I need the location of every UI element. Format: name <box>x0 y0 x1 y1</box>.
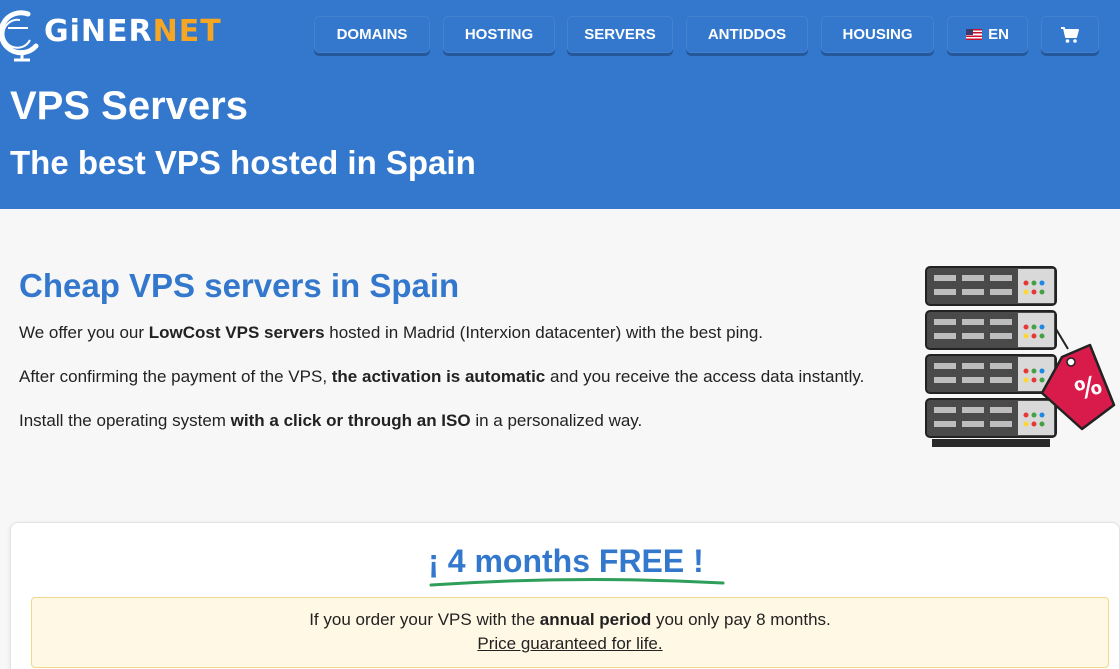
nav-servers[interactable]: SERVERS <box>567 16 673 53</box>
server-unit-icon <box>925 266 1057 306</box>
cart-icon <box>1061 26 1079 43</box>
page-title: VPS Servers <box>10 84 248 128</box>
nav-domains[interactable]: DOMAINS <box>314 16 430 53</box>
section-heading: Cheap VPS servers in Spain <box>19 267 460 304</box>
language-selector[interactable]: EN <box>947 16 1028 53</box>
highlight-underline <box>429 577 725 587</box>
price-guarantee-link[interactable]: Price guaranteed for life. <box>32 634 1108 654</box>
offer-text: If you order your VPS with the annual pe… <box>309 610 831 629</box>
intro-paragraph-3: Install the operating system with a clic… <box>19 411 643 430</box>
promo-card: ¡ 4 months FREE ! If you order your VPS … <box>10 522 1120 669</box>
annual-offer-notice: If you order your VPS with the annual pe… <box>31 597 1109 668</box>
intro-paragraph-2: After confirming the payment of the VPS,… <box>19 367 865 386</box>
cart-button[interactable] <box>1041 16 1099 53</box>
ginernet-logo[interactable]: GiNERNET <box>0 4 221 62</box>
nav-antiddos[interactable]: ANTIDDOS <box>686 16 808 53</box>
intro-paragraph-1: We offer you our LowCost VPS servers hos… <box>19 323 763 342</box>
globe-icon <box>0 10 39 62</box>
server-rack-illustration: % <box>925 266 1116 447</box>
page-subtitle: The best VPS hosted in Spain <box>10 144 476 181</box>
intro-section: Cheap VPS servers in Spain We offer you … <box>0 209 1120 493</box>
server-unit-icon <box>925 354 1057 394</box>
server-unit-icon <box>925 310 1057 350</box>
hero-header: GiNERNET DOMAINS HOSTING SERVERS ANTIDDO… <box>0 0 1120 209</box>
logo-wordmark: GiNERNET <box>44 14 222 49</box>
promo-heading: ¡ 4 months FREE ! <box>428 543 704 579</box>
nav-housing[interactable]: HOUSING <box>821 16 934 53</box>
server-unit-icon <box>925 398 1057 438</box>
nav-hosting[interactable]: HOSTING <box>443 16 555 53</box>
us-flag-icon <box>966 29 983 40</box>
